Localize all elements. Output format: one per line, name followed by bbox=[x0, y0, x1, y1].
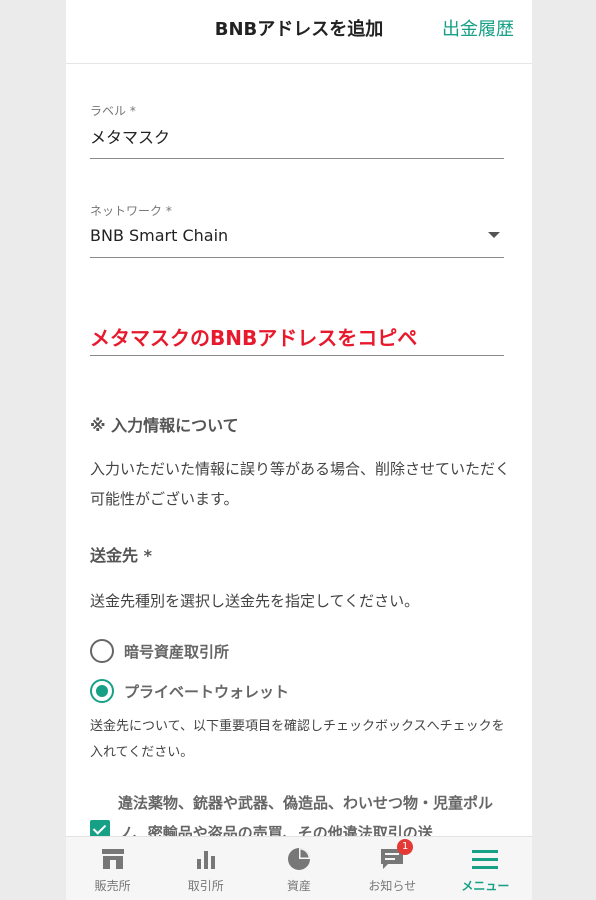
warning-text: 違法薬物、銃器や武器、偽造品、わいせつ物・児童ポルノ、密輸品や盗品の売買、その他… bbox=[118, 794, 494, 836]
address-annotation: メタマスクのBNBアドレスをコピペ bbox=[90, 326, 418, 350]
pie-chart-icon bbox=[284, 847, 314, 871]
label-field-label: ラベル * bbox=[90, 104, 136, 118]
shop-icon bbox=[98, 847, 128, 871]
network-field-value[interactable]: BNB Smart Chain bbox=[90, 226, 228, 245]
tab-label: メニュー bbox=[461, 879, 510, 893]
notice-body: 入力いただいた情報に誤り等がある場合、削除させていただく可能性がございます。 bbox=[90, 460, 511, 508]
destination-desc: 送金先種別を選択し送金先を指定してください。 bbox=[90, 592, 420, 610]
top-header: BNBアドレスを追加 出金履歴 bbox=[66, 0, 532, 64]
bottom-tab-bar: 販売所 取引所 資産 1 お知らせ メニュー bbox=[66, 836, 532, 900]
screen-sheet: BNBアドレスを追加 出金履歴 ラベル * メタマスク ネットワーク * BNB… bbox=[66, 0, 532, 836]
tab-menu[interactable]: メニュー bbox=[439, 837, 532, 900]
tab-assets[interactable]: 資産 bbox=[252, 837, 345, 900]
tab-label: 資産 bbox=[287, 879, 312, 893]
tab-shop[interactable]: 販売所 bbox=[66, 837, 159, 900]
radio-option-exchange[interactable]: 暗号資産取引所 bbox=[90, 638, 229, 664]
notice-title: ※ 入力情報について bbox=[90, 416, 239, 435]
radio-label[interactable]: 暗号資産取引所 bbox=[124, 641, 229, 662]
message-icon: 1 bbox=[377, 839, 414, 871]
warning-checkbox[interactable] bbox=[90, 820, 110, 836]
radio-button[interactable] bbox=[90, 639, 114, 663]
label-field-value[interactable]: メタマスク bbox=[90, 124, 170, 148]
label-field[interactable]: ラベル * メタマスク bbox=[90, 96, 504, 159]
network-select[interactable]: ネットワーク * BNB Smart Chain bbox=[90, 196, 504, 258]
tab-news[interactable]: 1 お知らせ bbox=[346, 837, 439, 900]
radio-label[interactable]: プライベートウォレット bbox=[124, 681, 289, 702]
tab-label: お知らせ bbox=[368, 879, 417, 893]
tab-label: 取引所 bbox=[187, 879, 224, 893]
tab-label: 販売所 bbox=[94, 879, 131, 893]
confirm-instructions: 送金先について、以下重要項目を確認しチェックボックスへチェックを入れてください。 bbox=[90, 719, 505, 760]
destination-title: 送金先 * bbox=[90, 546, 152, 565]
dropdown-caret-icon[interactable] bbox=[488, 232, 500, 238]
radio-button-selected[interactable] bbox=[90, 679, 114, 703]
tab-exchange[interactable]: 取引所 bbox=[159, 837, 252, 900]
bar-chart-icon bbox=[191, 847, 221, 871]
withdrawal-history-link[interactable]: 出金履歴 bbox=[442, 0, 514, 60]
radio-option-private-wallet[interactable]: プライベートウォレット bbox=[90, 678, 289, 704]
network-field-label: ネットワーク * bbox=[90, 204, 172, 218]
menu-icon bbox=[470, 847, 500, 871]
notification-badge: 1 bbox=[397, 839, 414, 855]
